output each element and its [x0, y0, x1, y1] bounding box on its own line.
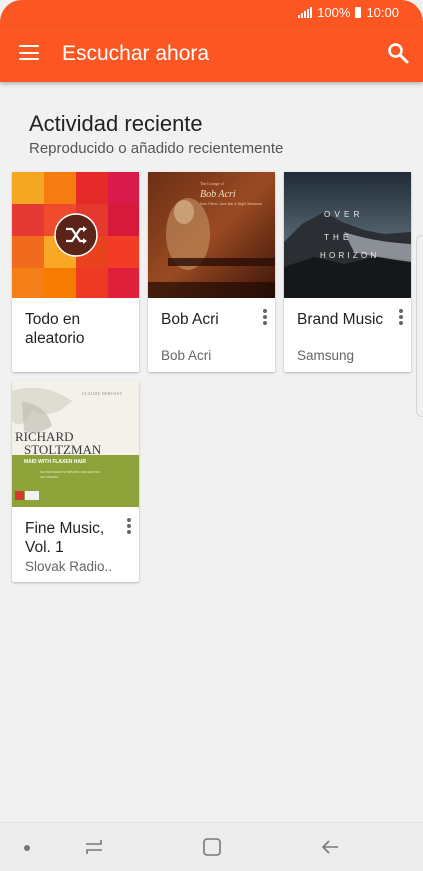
search-icon[interactable]	[387, 42, 409, 64]
app-bar: Escuchar ahora	[0, 26, 423, 82]
shuffle-icon[interactable]	[54, 213, 98, 257]
card-shuffle-all[interactable]: Todo en aleatorio	[12, 172, 139, 372]
art-line3: Solo Piano, Jazz Bar & Night Sessions	[200, 202, 262, 206]
card-subtitle: Bob Acri	[161, 348, 212, 363]
navigation-bar	[0, 822, 423, 871]
album-art-brand-music: O V E R T H E H O R I Z O N	[284, 172, 411, 298]
card-fine-music[interactable]: CLAUDE DEBUSSY RICHARD STOLTZMAN MAID WI…	[12, 381, 139, 582]
art-word2: T H E	[324, 233, 349, 242]
art-composer: CLAUDE DEBUSSY	[82, 392, 123, 396]
art-orchestra: SLOVAK RADIO SYMPHONY ORCHESTRA	[40, 470, 100, 474]
menu-icon[interactable]	[19, 45, 39, 61]
more-vert-icon[interactable]	[262, 308, 268, 326]
card-subtitle: Samsung	[297, 348, 355, 363]
more-vert-icon[interactable]	[126, 517, 132, 535]
recent-apps-icon[interactable]	[84, 837, 104, 857]
edge-panel-handle[interactable]	[416, 235, 423, 417]
signal-icon	[298, 7, 313, 18]
art-line2: Bob Acri	[200, 189, 236, 200]
art-line1: The Lounge of	[200, 181, 224, 186]
art-word3: H O R I Z O N	[320, 251, 377, 260]
home-icon[interactable]	[202, 837, 222, 857]
card-title: Fine Music, Vol. 1	[25, 520, 105, 556]
battery-percent: 100%	[317, 5, 351, 20]
shuffle-art	[12, 172, 139, 298]
section-title: Actividad reciente	[29, 111, 203, 136]
status-bar: 100% 10:00	[0, 0, 423, 26]
art-track: MAID WITH FLAXEN HAIR	[24, 459, 86, 465]
album-art-bob-acri: The Lounge of Bob Acri Solo Piano, Jazz …	[148, 172, 275, 298]
nav-dot-icon	[24, 845, 30, 851]
back-icon[interactable]	[320, 837, 340, 857]
art-conductor: JAN TRENDL	[40, 475, 59, 479]
album-art-fine-music: CLAUDE DEBUSSY RICHARD STOLTZMAN MAID WI…	[12, 381, 139, 507]
card-title: Brand Music	[297, 311, 384, 328]
art-artist2: STOLTZMAN	[24, 442, 102, 457]
clock: 10:00	[366, 5, 399, 20]
card-brand-music[interactable]: O V E R T H E H O R I Z O N Brand Music …	[284, 172, 411, 372]
page-title: Escuchar ahora	[62, 42, 210, 65]
card-subtitle: Slovak Radio..	[25, 559, 113, 574]
section-subtitle: Reproducido o añadido recientemente	[29, 140, 284, 157]
card-title: Todo en aleatorio	[25, 311, 85, 347]
card-bob-acri[interactable]: The Lounge of Bob Acri Solo Piano, Jazz …	[148, 172, 275, 372]
more-vert-icon[interactable]	[398, 308, 404, 326]
battery-icon	[355, 7, 362, 18]
card-title: Bob Acri	[161, 311, 219, 328]
art-word1: O V E R	[324, 210, 360, 219]
